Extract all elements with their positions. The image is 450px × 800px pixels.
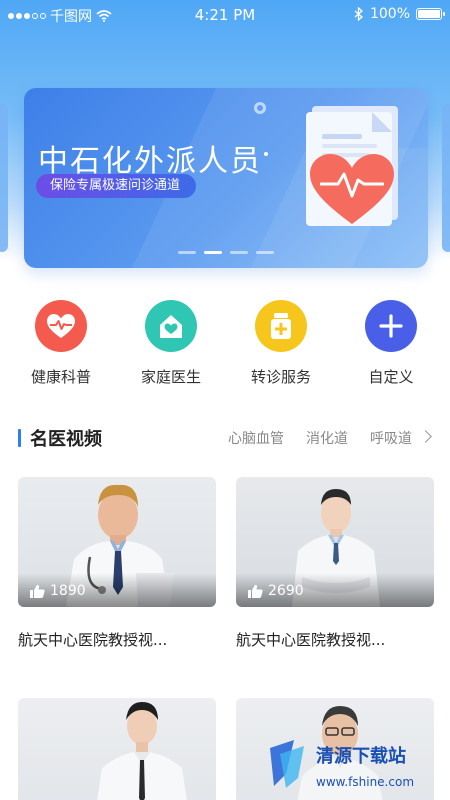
quick-entry-row: 健康科普 家庭医生 转诊服务 自定义: [0, 300, 450, 390]
entry-custom[interactable]: 自定义: [346, 300, 436, 387]
video-title: 航天中心医院教授视...: [18, 631, 168, 649]
battery-icon: [416, 8, 445, 20]
like-count: 1890: [30, 583, 86, 599]
battery-level: [418, 10, 440, 18]
thumbs-up-icon: [30, 584, 45, 598]
like-count: 2690: [248, 583, 304, 599]
carousel-dot[interactable]: [204, 251, 222, 254]
heart-pulse-icon: [35, 300, 87, 352]
section-accent-bar: [18, 429, 21, 447]
watermark-logo: 清源下载站 www.fshine.com: [270, 740, 414, 789]
plus-icon: [365, 300, 417, 352]
entry-label: 转诊服务: [250, 368, 311, 386]
spark-decoration: [264, 152, 268, 156]
medicine-bottle-icon: [255, 300, 307, 352]
carousel-indicators: [24, 251, 428, 254]
video-card[interactable]: 1890 航天中心医院教授视...: [18, 477, 216, 650]
chevron-right-icon[interactable]: [419, 430, 432, 443]
doctor-portrait: [97, 702, 187, 800]
next-banner-peek[interactable]: [442, 104, 450, 252]
entry-health-science[interactable]: 健康科普: [16, 300, 106, 387]
site-watermark: 清源下载站 www.fshine.com: [260, 734, 440, 796]
video-card[interactable]: [18, 698, 216, 800]
carousel-dot[interactable]: [256, 251, 274, 254]
tab-respiratory[interactable]: 呼吸道: [370, 428, 412, 448]
entry-label: 健康科普: [30, 368, 91, 386]
entry-referral-service[interactable]: 转诊服务: [236, 300, 326, 387]
category-tabs: 心脑血管 消化道 呼吸道: [228, 428, 412, 448]
app-screen: 千图网 4:21 PM 100% 中石化外派人员 保险专属极速问诊通道 健康科普…: [0, 0, 450, 800]
famous-doctor-videos-header: 名医视频 心脑血管 消化道 呼吸道: [0, 424, 450, 452]
carousel-dot[interactable]: [178, 251, 196, 254]
watermark-url: www.fshine.com: [316, 775, 414, 789]
tab-cardio[interactable]: 心脑血管: [228, 428, 284, 448]
tab-digestive[interactable]: 消化道: [306, 428, 348, 448]
like-number: 2690: [268, 583, 304, 599]
promo-banner[interactable]: 中石化外派人员 保险专属极速问诊通道: [24, 88, 428, 268]
thumbs-up-icon: [248, 584, 263, 598]
ring-decoration: [254, 102, 266, 114]
bluetooth-icon: [354, 7, 363, 21]
video-card[interactable]: 2690 航天中心医院教授视...: [236, 477, 434, 650]
video-thumbnail: 1890: [18, 477, 216, 607]
like-number: 1890: [50, 583, 86, 599]
carousel-dot[interactable]: [230, 251, 248, 254]
video-thumbnail: 2690: [236, 477, 434, 607]
battery-percent: 100%: [369, 6, 410, 22]
watermark-brand: 清源下载站: [316, 745, 406, 767]
entry-label: 家庭医生: [140, 368, 201, 386]
status-bar: 千图网 4:21 PM 100%: [0, 0, 450, 30]
house-heart-icon: [145, 300, 197, 352]
status-right: 100%: [354, 6, 445, 22]
banner-subtitle: 保险专属极速问诊通道: [36, 174, 197, 198]
entry-family-doctor[interactable]: 家庭医生: [126, 300, 216, 387]
section-title: 名医视频: [30, 429, 102, 450]
prev-banner-peek[interactable]: [0, 104, 8, 252]
entry-label: 自定义: [368, 368, 414, 386]
medical-report-heart-icon: [306, 106, 398, 226]
video-title: 航天中心医院教授视...: [236, 631, 386, 649]
